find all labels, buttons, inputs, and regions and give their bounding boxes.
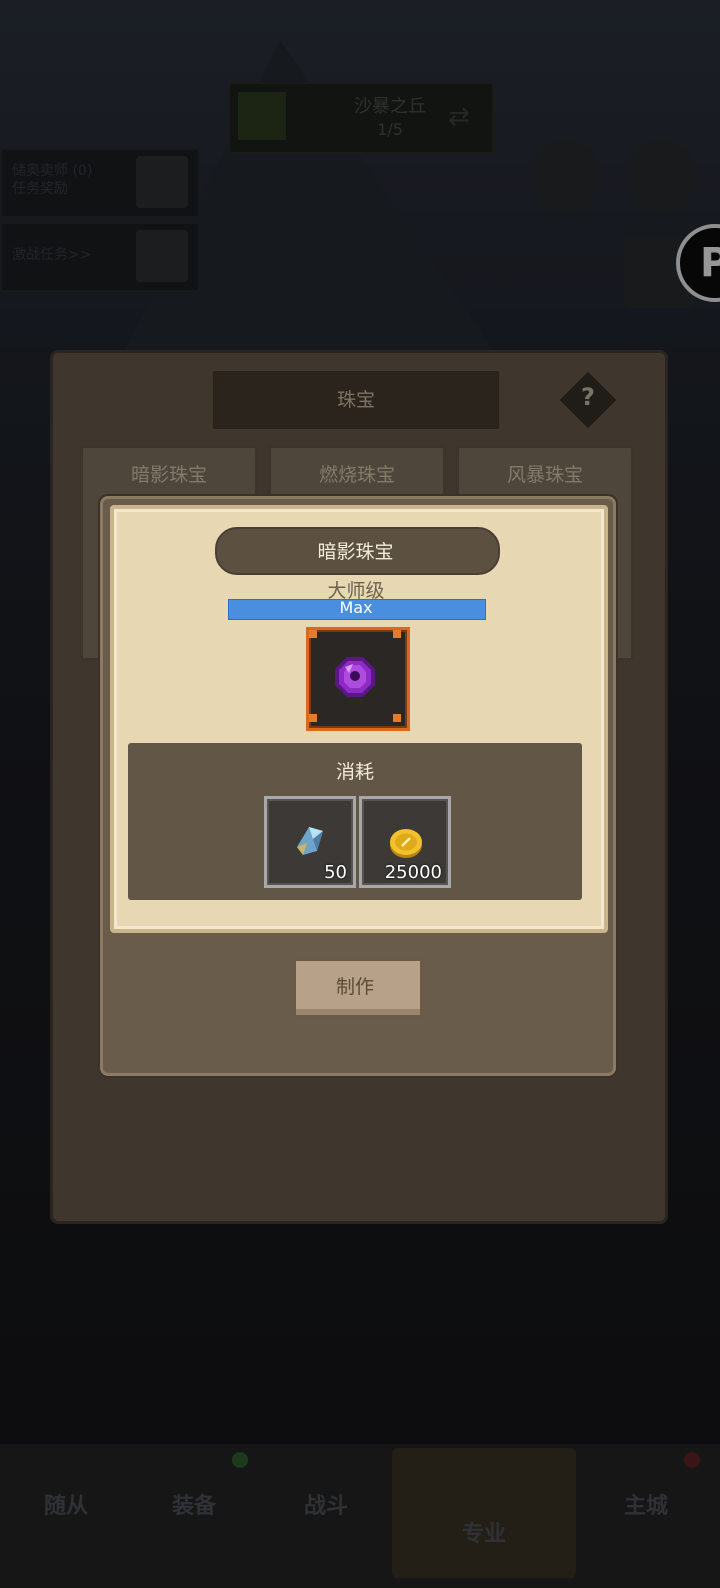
purple-gem-icon <box>335 657 375 697</box>
nav-followers[interactable]: 随从 <box>16 1488 116 1520</box>
nav-battle[interactable]: 战斗 <box>276 1488 376 1520</box>
nav-badge <box>684 1452 700 1468</box>
nav-main-city[interactable]: 主城 <box>596 1488 696 1520</box>
nav-badge <box>232 1452 248 1468</box>
nav-active-highlight <box>392 1448 576 1578</box>
craft-button-label: 制作 <box>335 976 374 998</box>
cost-count: 50 <box>324 862 347 883</box>
crystal-shard-icon <box>297 827 323 855</box>
cost-title: 消耗 <box>335 761 374 783</box>
cost-slot-gold[interactable]: 25000 <box>359 796 451 888</box>
level-label: Max <box>339 598 373 617</box>
nav-equipment[interactable]: 装备 <box>144 1488 244 1520</box>
help-icon: ? <box>581 383 595 411</box>
cost-count: 25000 <box>384 862 442 883</box>
cost-slot-crystal[interactable]: 50 <box>264 796 356 888</box>
panel-title: 珠宝 <box>336 389 375 411</box>
dialog-title: 暗影珠宝 <box>317 541 394 563</box>
gold-coin-icon <box>390 829 422 858</box>
nav-profession[interactable]: 专业 <box>434 1516 534 1548</box>
